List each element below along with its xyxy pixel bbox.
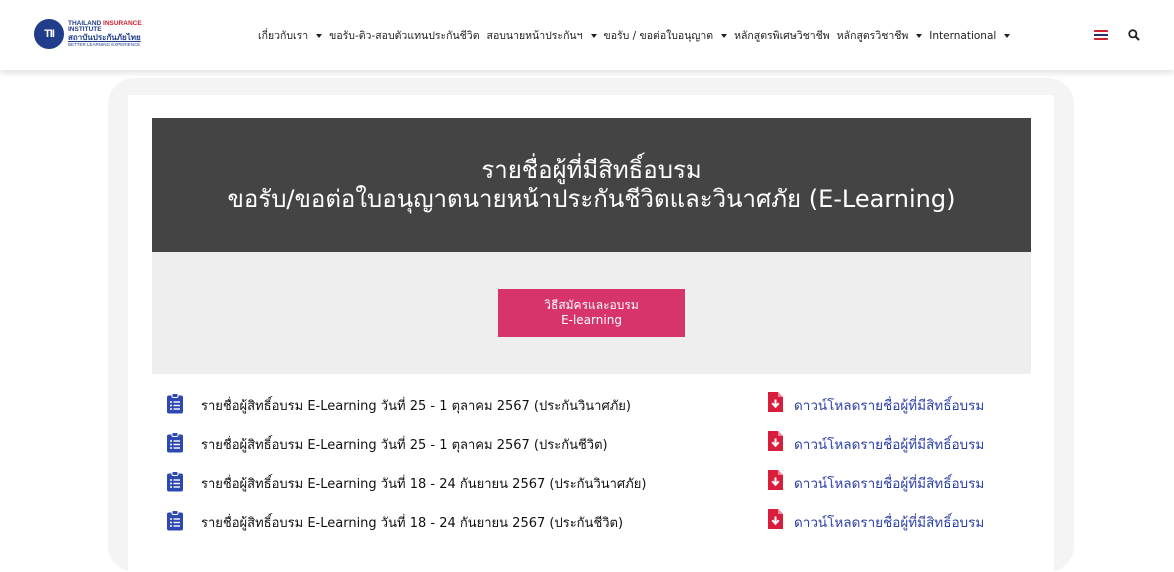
nav-label: ขอรับ-ติว-สอบตัวแทนประกันชีวิต: [329, 30, 480, 42]
nav-label: International: [929, 29, 997, 42]
nav-item-international[interactable]: International: [929, 29, 1011, 42]
chevron-down-icon: [721, 33, 728, 38]
download-link[interactable]: ดาวน์โหลดรายชื่อผู้ที่มีสิทธิ์อบรม: [794, 472, 984, 494]
nav-item-license[interactable]: ขอรับ / ขอต่อใบอนุญาต: [604, 27, 728, 44]
download-link[interactable]: ดาวน์โหลดรายชื่อผู้ที่มีสิทธิ์อบรม: [794, 394, 984, 416]
cta-label-line1: วิธีสมัครและอบรม: [544, 298, 639, 312]
pdf-download-icon[interactable]: [766, 469, 784, 491]
pdf-download-icon[interactable]: [766, 508, 784, 530]
site-logo[interactable]: TII THAILAND INSURANCE INSTITUTE สถาบันป…: [34, 14, 142, 54]
nav-label: สอบนายหน้าประกันฯ: [486, 30, 583, 42]
nav-item-broker-exam[interactable]: สอบนายหน้าประกันฯ: [487, 27, 597, 44]
list-item-title: รายชื่อผู้สิทธิ์อบรม E-Learning วันที่ 2…: [201, 399, 631, 414]
list-item: รายชื่อผู้สิทธิ์อบรม E-Learning วันที่ 2…: [166, 391, 1026, 416]
how-to-register-button[interactable]: วิธีสมัครและอบรม E-learning: [498, 289, 685, 337]
nav-label: เกี่ยวกับเรา: [258, 30, 309, 42]
page-title-line2: ขอรับ/ขอต่อใบอนุญาตนายหน้าประกันชีวิตและ…: [227, 185, 956, 213]
logo-mark: TII: [34, 19, 64, 49]
logo-tagline: BETTER LEARNING EXPERIENCE: [68, 41, 141, 47]
page-banner: รายชื่อผู้ที่มีสิทธิ์อบรม ขอรับ/ขอต่อใบอ…: [152, 118, 1031, 252]
nav-item-life-agent[interactable]: ขอรับ-ติว-สอบตัวแทนประกันชีวิต: [329, 27, 479, 44]
list-item-title: รายชื่อผู้สิทธิ์อบรม E-Learning วันที่ 1…: [201, 516, 624, 531]
chevron-down-icon: [316, 33, 323, 38]
download-link[interactable]: ดาวน์โหลดรายชื่อผู้ที่มีสิทธิ์อบรม: [794, 511, 984, 533]
main-nav: เกี่ยวกับเรา ขอรับ-ติว-สอบตัวแทนประกันชี…: [258, 27, 1017, 44]
list-item: รายชื่อผู้สิทธิ์อบรม E-Learning วันที่ 1…: [166, 469, 1026, 494]
download-link[interactable]: ดาวน์โหลดรายชื่อผู้ที่มีสิทธิ์อบรม: [794, 433, 984, 455]
clipboard-list-icon: [167, 510, 183, 531]
search-icon[interactable]: [1127, 28, 1141, 42]
chevron-down-icon: [1004, 33, 1011, 38]
nav-item-professional-courses[interactable]: หลักสูตรวิชาชีพ: [837, 27, 923, 44]
nav-item-about[interactable]: เกี่ยวกับเรา: [258, 27, 323, 44]
logo-line3: สถาบันประกันภัยไทย: [68, 32, 141, 42]
site-header: TII THAILAND INSURANCE INSTITUTE สถาบันป…: [0, 0, 1174, 70]
nav-label: หลักสูตรวิชาชีพ: [836, 30, 909, 42]
pdf-download-icon[interactable]: [766, 430, 784, 452]
chevron-down-icon: [590, 33, 597, 38]
clipboard-list-icon: [167, 393, 183, 414]
logo-mark-text: TII: [44, 28, 55, 40]
list-item-title: รายชื่อผู้สิทธิ์อบรม E-Learning วันที่ 2…: [201, 438, 608, 453]
clipboard-list-icon: [167, 471, 183, 492]
list-item: รายชื่อผู้สิทธิ์อบรม E-Learning วันที่ 1…: [166, 508, 1026, 533]
list-item-title: รายชื่อผู้สิทธิ์อบรม E-Learning วันที่ 1…: [201, 477, 647, 492]
cta-label-line2: E-learning: [561, 313, 622, 327]
logo-wordmark: THAILAND INSURANCE INSTITUTE สถาบันประกั…: [68, 19, 142, 48]
nav-label: หลักสูตรพิเศษวิชาชีพ: [734, 30, 830, 42]
nav-item-special-courses[interactable]: หลักสูตรพิเศษวิชาชีพ: [734, 27, 830, 44]
clipboard-list-icon: [167, 432, 183, 453]
pdf-download-icon[interactable]: [766, 391, 784, 413]
list-item: รายชื่อผู้สิทธิ์อบรม E-Learning วันที่ 2…: [166, 430, 1026, 455]
nav-label: ขอรับ / ขอต่อใบอนุญาต: [603, 30, 714, 42]
thai-flag-icon[interactable]: [1094, 30, 1108, 40]
logo-line1-b: INSURANCE: [103, 19, 142, 27]
chevron-down-icon: [916, 33, 923, 38]
page-title-line1: รายชื่อผู้ที่มีสิทธิ์อบรม: [481, 156, 702, 184]
